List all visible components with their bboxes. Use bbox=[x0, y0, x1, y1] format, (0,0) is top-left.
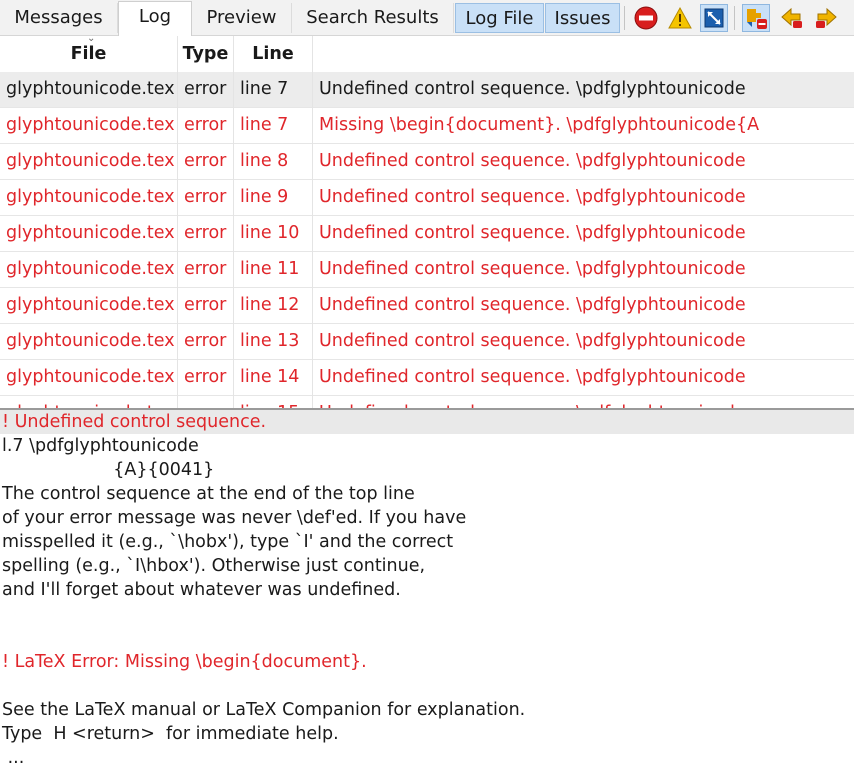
cell-file: glyphtounicode.tex bbox=[0, 252, 178, 288]
cell-type: error bbox=[178, 360, 234, 396]
log-line: of your error message was never \def'ed.… bbox=[2, 508, 467, 528]
cell-message: Undefined control sequence. \pdfglyphtou… bbox=[319, 187, 746, 207]
tab-preview[interactable]: Preview bbox=[192, 3, 292, 33]
column-header-message[interactable] bbox=[313, 36, 854, 72]
log-line: spelling (e.g., `I\hbox'). Otherwise jus… bbox=[2, 556, 426, 576]
cell-line: line 9 bbox=[234, 180, 313, 216]
cell-line: line 8 bbox=[234, 144, 313, 180]
cell-type: error bbox=[178, 252, 234, 288]
goto-issue-icon bbox=[747, 9, 767, 29]
cell-message: Undefined control sequence. \pdfglyphtou… bbox=[313, 396, 854, 408]
column-header-file-label: File bbox=[70, 44, 107, 64]
log-line: See the LaTeX manual or LaTeX Companion … bbox=[2, 700, 526, 720]
log-line: l.7 \pdfglyphtounicode bbox=[2, 436, 199, 456]
log-line: {A}{0041} bbox=[2, 460, 215, 480]
errors-filter-button[interactable] bbox=[632, 4, 660, 32]
toolbar-separator bbox=[734, 6, 735, 30]
next-issue-button[interactable] bbox=[812, 4, 840, 32]
tab-search-results[interactable]: Search Results bbox=[292, 3, 454, 33]
cell-message: Missing \begin{document}. \pdfglyphtouni… bbox=[319, 115, 760, 135]
table-row[interactable]: glyphtounicode.tex error line 10 Undefined … bbox=[0, 216, 854, 252]
issues-table: ⌄ File Type Line glyphtounicode.tex error… bbox=[0, 36, 854, 408]
cell-file: glyphtounicode.tex bbox=[0, 288, 178, 324]
cell-type: error bbox=[178, 216, 234, 252]
table-row[interactable]: glyphtounicode.tex error line 13 Undefined … bbox=[0, 324, 854, 360]
cell-message: Undefined control sequence. \pdfglyphtou… bbox=[319, 259, 746, 279]
column-header-file[interactable]: ⌄ File bbox=[0, 36, 178, 72]
cell-message: Undefined control sequence. \pdfglyphtou… bbox=[319, 223, 746, 243]
cell-message: Undefined control sequence. \pdfglyphtou… bbox=[319, 151, 746, 171]
badboxes-filter-button[interactable] bbox=[700, 4, 728, 32]
cell-type: error bbox=[178, 180, 234, 216]
table-row[interactable]: glyphtounicode.tex error line 11 Undefined … bbox=[0, 252, 854, 288]
cell-line: line 15 bbox=[234, 396, 313, 408]
cell-line: line 12 bbox=[234, 288, 313, 324]
column-header-type[interactable]: Type bbox=[178, 36, 234, 72]
log-line: ... bbox=[2, 748, 25, 768]
warnings-filter-icon bbox=[668, 6, 692, 29]
table-header: ⌄ File Type Line bbox=[0, 36, 854, 72]
toolbar-separator bbox=[624, 6, 625, 30]
table-row[interactable]: glyphtounicode.tex error line 8 Undefined c… bbox=[0, 144, 854, 180]
errors-filter-icon bbox=[634, 6, 658, 30]
cell-line: line 10 bbox=[234, 216, 313, 252]
column-header-line[interactable]: Line bbox=[234, 36, 313, 72]
table-row[interactable]: glyphtounicode.texerrorline 15Undefined … bbox=[0, 396, 854, 408]
cell-line: line 11 bbox=[234, 252, 313, 288]
cell-message: Undefined control sequence. \pdfglyphtou… bbox=[319, 79, 746, 99]
log-line: ! LaTeX Error: Missing \begin{document}. bbox=[2, 652, 367, 672]
sort-arrow-icon: ⌄ bbox=[87, 36, 96, 44]
table-row[interactable]: glyphtounicode.tex error line 14 Undefined … bbox=[0, 360, 854, 396]
log-line: misspelled it (e.g., `\hobx'), type `I' … bbox=[2, 532, 454, 552]
log-line: Type H <return> for immediate help. bbox=[2, 724, 339, 744]
tab-bar: Messages Log Preview Search Results Log … bbox=[0, 0, 854, 36]
previous-issue-icon bbox=[781, 7, 802, 28]
cell-file: glyphtounicode.tex bbox=[0, 144, 178, 180]
cell-type: error bbox=[178, 108, 234, 144]
previous-issue-button[interactable] bbox=[778, 4, 806, 32]
goto-issue-button[interactable] bbox=[742, 4, 770, 32]
cell-type: error bbox=[178, 324, 234, 360]
log-line: ! Undefined control sequence. bbox=[0, 410, 854, 434]
table-row[interactable]: glyphtounicode.tex error line 7 Missing \be… bbox=[0, 108, 854, 144]
cell-line: line 7 bbox=[234, 72, 313, 108]
table-row[interactable]: glyphtounicode.tex error line 7 Undefined c… bbox=[0, 72, 854, 108]
log-text: ! Undefined control sequence. l.7 \pdfgly… bbox=[0, 410, 854, 770]
cell-type: error bbox=[178, 288, 234, 324]
table-row[interactable]: glyphtounicode.tex error line 9 Undefined c… bbox=[0, 180, 854, 216]
tab-log-file[interactable]: Log File bbox=[455, 3, 544, 33]
warnings-filter-button[interactable] bbox=[666, 4, 694, 32]
tab-log[interactable]: Log bbox=[118, 1, 192, 36]
cell-file: glyphtounicode.tex bbox=[0, 360, 178, 396]
cell-file: glyphtounicode.tex bbox=[0, 180, 178, 216]
cell-message: Undefined control sequence. \pdfglyphtou… bbox=[319, 331, 746, 351]
cell-type: error bbox=[178, 396, 234, 408]
cell-file: glyphtounicode.tex bbox=[0, 216, 178, 252]
log-line: and I'll forget about whatever was undef… bbox=[2, 580, 401, 600]
cell-line: line 7 bbox=[234, 108, 313, 144]
tab-issues[interactable]: Issues bbox=[545, 3, 620, 33]
cell-message: Undefined control sequence. \pdfglyphtou… bbox=[319, 295, 746, 315]
next-issue-icon bbox=[816, 7, 837, 28]
cell-type: error bbox=[178, 144, 234, 180]
table-row[interactable]: glyphtounicode.tex error line 12 Undefined … bbox=[0, 288, 854, 324]
log-line: The control sequence at the end of the t… bbox=[2, 484, 415, 504]
cell-file: glyphtounicode.tex bbox=[0, 396, 178, 408]
log-detail-panel: ! Undefined control sequence. l.7 \pdfgly… bbox=[0, 410, 854, 773]
cell-file: glyphtounicode.tex bbox=[0, 108, 178, 144]
cell-file: glyphtounicode.tex bbox=[0, 324, 178, 360]
cell-file: glyphtounicode.tex bbox=[0, 72, 178, 108]
tab-messages[interactable]: Messages bbox=[0, 3, 118, 33]
cell-line: line 13 bbox=[234, 324, 313, 360]
cell-line: line 14 bbox=[234, 360, 313, 396]
cell-type: error bbox=[178, 72, 234, 108]
badboxes-filter-icon bbox=[704, 8, 724, 28]
cell-message: Undefined control sequence. \pdfglyphtou… bbox=[319, 367, 746, 387]
